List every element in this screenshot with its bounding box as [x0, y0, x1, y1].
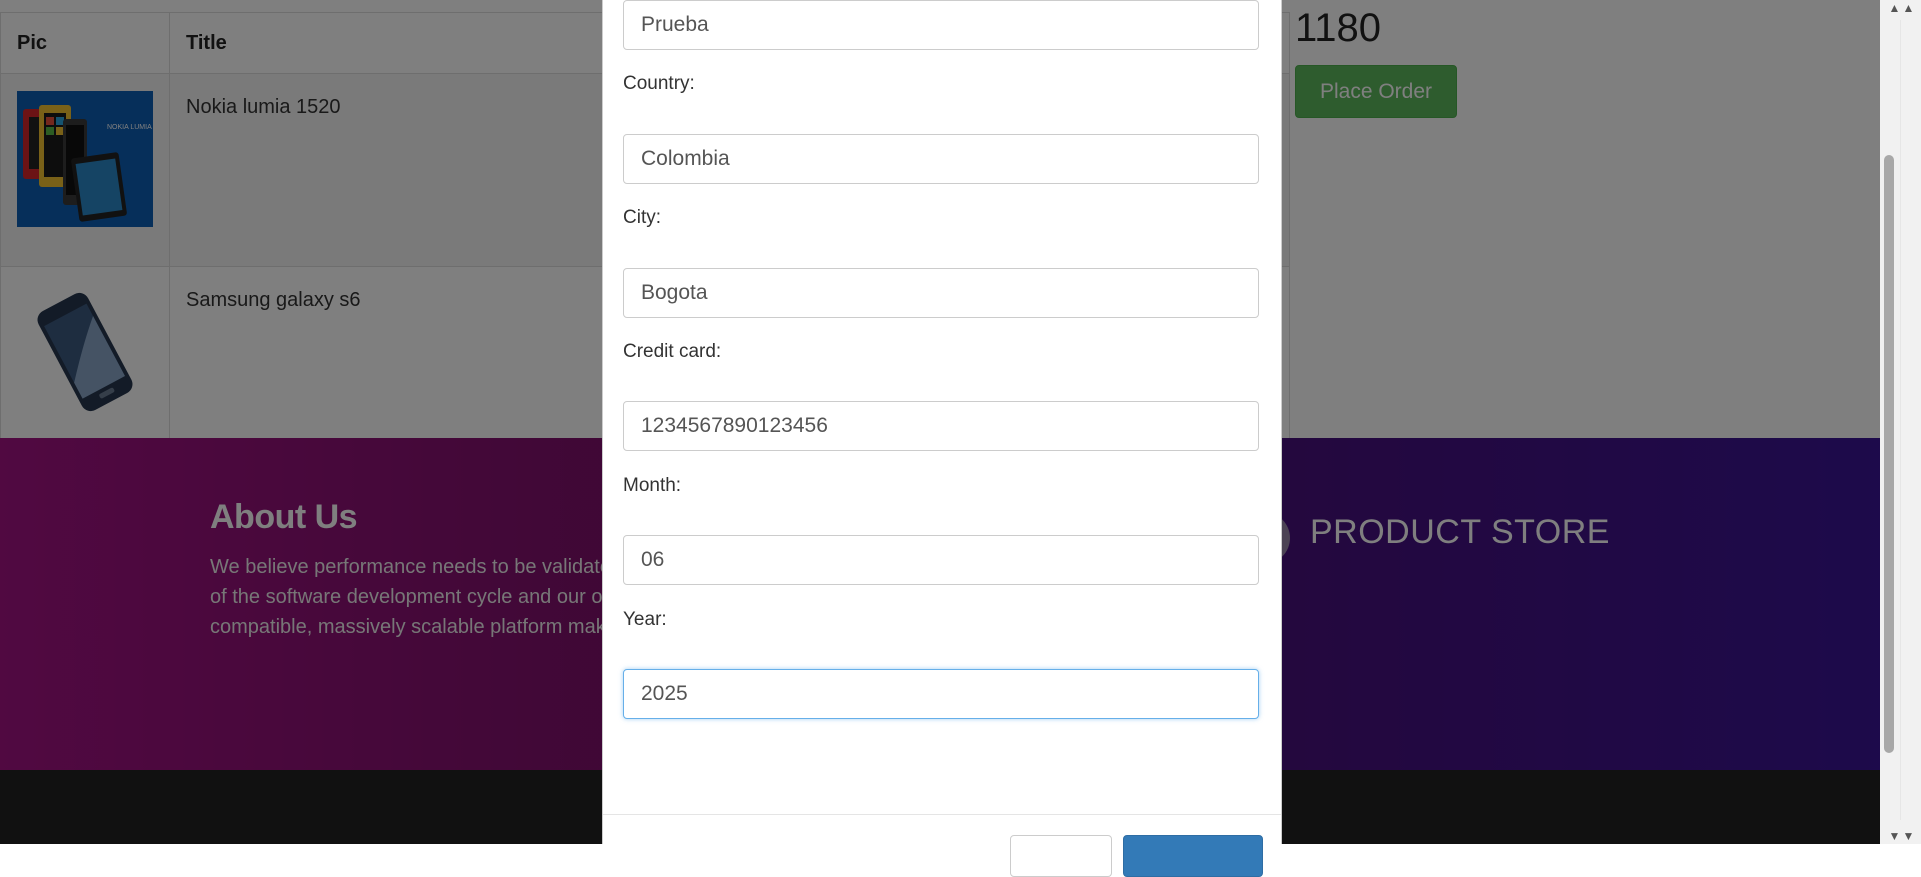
scroll-up-icon[interactable]: ▲ [1888, 0, 1921, 16]
month-label: Month: [623, 475, 682, 496]
place-order-modal: Country: City: Credit card: Month: Year: [602, 0, 1282, 877]
scroll-thumb[interactable] [1884, 155, 1894, 753]
country-label: Country: [623, 73, 695, 94]
modal-footer-divider [603, 814, 1281, 815]
city-field[interactable] [623, 268, 1259, 318]
year-field[interactable] [623, 669, 1259, 719]
scroll-track [1900, 20, 1901, 820]
scroll-down-icon[interactable]: ▼ [1888, 828, 1921, 844]
country-field[interactable] [623, 134, 1259, 184]
name-field[interactable] [623, 0, 1259, 50]
credit-card-field[interactable] [623, 401, 1259, 451]
credit-card-label: Credit card: [623, 341, 722, 362]
purchase-button[interactable] [1123, 835, 1263, 877]
month-field[interactable] [623, 535, 1259, 585]
year-label: Year: [623, 609, 667, 630]
close-button[interactable] [1010, 835, 1112, 877]
city-label: City: [623, 207, 661, 228]
scrollbar[interactable]: ▲ ▲ ▼ ▼ [1880, 0, 1921, 844]
